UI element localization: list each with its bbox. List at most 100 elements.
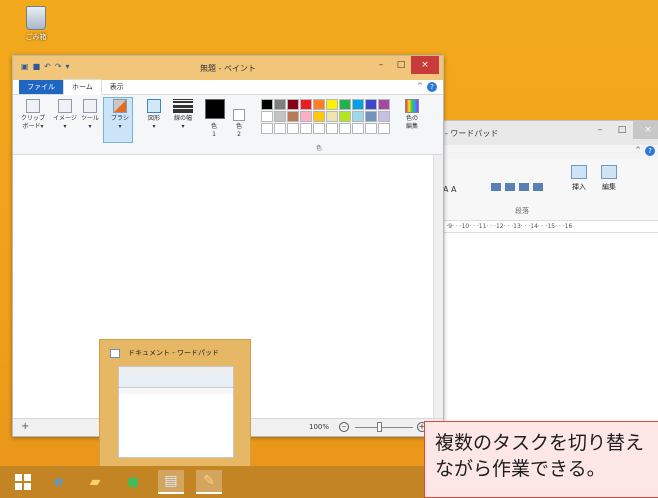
palette-swatch[interactable] <box>352 111 364 122</box>
paint-minimize-button[interactable]: – <box>371 56 391 74</box>
palette-swatch[interactable] <box>313 111 325 122</box>
line-spacing-icon[interactable] <box>533 183 543 191</box>
palette-swatch[interactable] <box>378 99 390 110</box>
font-size-buttons[interactable]: A A <box>443 185 457 194</box>
palette-swatch[interactable] <box>378 123 390 134</box>
paragraph-group-label: 段落 <box>515 207 529 215</box>
binoculars-icon <box>601 165 617 179</box>
start-button[interactable] <box>10 470 36 494</box>
indent-decrease-icon[interactable] <box>491 183 501 191</box>
palette-swatch[interactable] <box>287 99 299 110</box>
paint-app-icon[interactable]: ▣ <box>21 62 29 71</box>
zoom-out-button[interactable]: – <box>339 422 349 432</box>
recycle-bin-icon[interactable]: ごみ箱 <box>16 6 56 52</box>
store-icon[interactable]: ◼ <box>120 470 146 494</box>
wordpad-help-icon[interactable]: ? <box>645 146 655 156</box>
line-width-button[interactable]: 線の幅 ▾ <box>173 99 193 131</box>
wordpad-maximize-button[interactable]: □ <box>611 121 633 139</box>
wordpad-close-button[interactable]: × <box>633 121 658 139</box>
palette-swatch[interactable] <box>287 111 299 122</box>
edit-button[interactable]: 編集 <box>601 165 617 192</box>
customize-qat-icon[interactable]: ▾ <box>66 62 70 71</box>
palette-swatch[interactable] <box>274 111 286 122</box>
palette-swatch[interactable] <box>378 111 390 122</box>
preview-title: ドキュメント - ワードパッド <box>128 349 219 357</box>
tab-file[interactable]: ファイル <box>19 80 63 94</box>
paint-close-button[interactable]: × <box>411 56 439 74</box>
file-explorer-icon[interactable]: ▰ <box>82 470 108 494</box>
wordpad-ruler[interactable]: ·8· · ·9· · ·10· · ·11· · ·12· · ·13· · … <box>431 221 658 233</box>
palette-swatch[interactable] <box>339 123 351 134</box>
wordpad-title-bar[interactable]: - ワードパッド – □ × <box>431 121 658 145</box>
palette-swatch[interactable] <box>274 99 286 110</box>
picture-icon <box>571 165 587 179</box>
tab-home[interactable]: ホーム <box>63 79 102 95</box>
palette-swatch[interactable] <box>352 99 364 110</box>
paint-title-bar[interactable]: ▣ ■ ↶ ↷ ▾ 無題 - ペイント – □ × <box>13 56 443 80</box>
palette-swatch[interactable] <box>365 123 377 134</box>
paint-ribbon: クリップ ボード▾ イメージ ▾ ツール ▾ ブラシ ▾ 図形 ▾ 線の幅 ▾ … <box>13 95 443 155</box>
image-label: イメージ ▾ <box>53 115 77 130</box>
zoom-slider-thumb[interactable] <box>377 422 382 432</box>
palette-swatch[interactable] <box>261 123 273 134</box>
palette-swatch[interactable] <box>326 123 338 134</box>
undo-icon[interactable]: ↶ <box>44 62 51 71</box>
palette-swatch[interactable] <box>300 123 312 134</box>
wordpad-window[interactable]: - ワードパッド – □ × ^ ? A A 挿入 編集 段落 ·8· · ·9… <box>430 120 658 460</box>
palette-swatch[interactable] <box>339 111 351 122</box>
palette-swatch[interactable] <box>300 99 312 110</box>
clipboard-button[interactable]: クリップ ボード▾ <box>21 99 45 131</box>
bullets-icon[interactable] <box>519 183 529 191</box>
palette-swatch[interactable] <box>339 99 351 110</box>
tab-view[interactable]: 表示 <box>102 80 132 94</box>
palette-swatch[interactable] <box>326 99 338 110</box>
color1-swatch[interactable] <box>205 99 225 119</box>
paint-vertical-scrollbar[interactable] <box>433 155 443 418</box>
image-button[interactable]: イメージ ▾ <box>53 99 77 131</box>
color1-label[interactable]: 色 1 <box>211 123 217 139</box>
wordpad-taskbar-icon[interactable]: ▤ <box>158 470 184 494</box>
trash-icon <box>26 6 46 30</box>
palette-swatch[interactable] <box>352 123 364 134</box>
save-icon[interactable]: ■ <box>33 62 41 71</box>
tools-label: ツール ▾ <box>81 115 100 130</box>
palette-swatch[interactable] <box>274 123 286 134</box>
palette-swatch[interactable] <box>365 99 377 110</box>
palette-swatch[interactable] <box>261 111 273 122</box>
wordpad-minimize-button[interactable]: – <box>589 121 611 139</box>
windows-logo-icon <box>15 474 31 490</box>
color2-label[interactable]: 色 2 <box>236 123 242 139</box>
recycle-bin-label: ごみ箱 <box>25 33 47 41</box>
insert-button[interactable]: 挿入 <box>571 165 587 192</box>
palette-swatch[interactable] <box>365 111 377 122</box>
quick-access-toolbar: ▣ ■ ↶ ↷ ▾ <box>21 62 70 71</box>
paint-title: 無題 - ペイント <box>200 63 256 73</box>
color2-swatch[interactable] <box>233 109 245 121</box>
brush-button[interactable]: ブラシ ▾ <box>111 99 129 131</box>
palette-swatch[interactable] <box>313 99 325 110</box>
paint-collapse-ribbon-icon[interactable]: ^ <box>417 82 423 90</box>
color-group-label: 色 <box>316 145 323 152</box>
taskbar-thumbnail-preview[interactable]: ドキュメント - ワードパッド <box>99 339 251 467</box>
redo-icon[interactable]: ↷ <box>55 62 62 71</box>
wordpad-collapse-ribbon-icon[interactable]: ^ <box>635 146 641 154</box>
paint-help-icon[interactable]: ? <box>427 82 437 92</box>
palette-swatch[interactable] <box>313 123 325 134</box>
caption-line-1: 複数のタスクを切り替え <box>435 432 645 454</box>
paint-maximize-button[interactable]: □ <box>391 56 411 74</box>
wordpad-thumbnail[interactable] <box>118 366 234 458</box>
shapes-button[interactable]: 図形 ▾ <box>147 99 161 131</box>
zoom-level: 100% <box>309 423 330 431</box>
palette-swatch[interactable] <box>287 123 299 134</box>
palette-swatch[interactable] <box>300 111 312 122</box>
palette-swatch[interactable] <box>261 99 273 110</box>
palette-swatch[interactable] <box>326 111 338 122</box>
caption-callout: 複数のタスクを切り替え ながら作業できる。 <box>424 421 658 498</box>
paint-taskbar-icon[interactable]: ✎ <box>196 470 222 494</box>
zoom-slider-track[interactable] <box>355 427 413 428</box>
indent-increase-icon[interactable] <box>505 183 515 191</box>
edit-colors-button[interactable]: 色の 編集 <box>405 99 419 131</box>
tools-button[interactable]: ツール ▾ <box>81 99 99 131</box>
internet-explorer-icon[interactable]: e <box>46 470 72 494</box>
brush-icon <box>112 99 127 113</box>
